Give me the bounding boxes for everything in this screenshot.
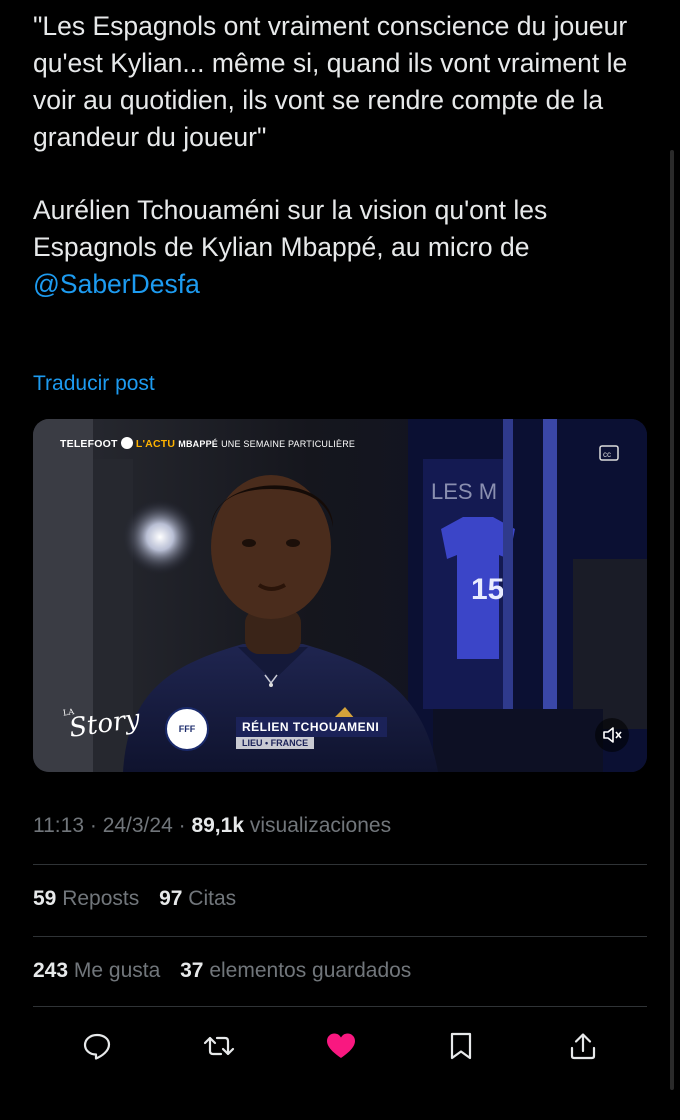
divider	[33, 1006, 647, 1007]
tweet-meta: 11:13 · 24/3/24 · 89,1k visualizaciones	[33, 814, 391, 838]
likes-count: 243	[33, 959, 69, 982]
tweet-body-text: Aurélien Tchouaméni sur la vision qu'ont…	[33, 195, 548, 262]
views-label: visualizaciones	[249, 814, 392, 837]
video-subtitle-bold: MBAPPÉ	[178, 439, 218, 449]
repost-button[interactable]	[197, 1024, 241, 1068]
action-bar	[33, 1024, 647, 1070]
video-subtitle: UNE SEMAINE PARTICULIÈRE	[221, 439, 356, 449]
locker-sign: LES M	[431, 479, 497, 504]
bookmarks-stat[interactable]: 37 elementos guardados	[180, 959, 411, 982]
tweet-body: Aurélien Tchouaméni sur la vision qu'ont…	[33, 192, 653, 303]
reply-button[interactable]	[75, 1024, 119, 1068]
tweet-date[interactable]: 24/3/24	[103, 814, 173, 837]
stats-row-likes: 243 Me gusta 37 elementos guardados	[33, 959, 411, 983]
tweet-time[interactable]: 11:13	[33, 814, 84, 837]
tweet-quote: "Les Espagnols ont vraiment conscience d…	[33, 11, 628, 152]
fff-badge-icon: FFF	[165, 707, 209, 751]
mention-link[interactable]: @SaberDesfa	[33, 269, 200, 299]
meta-separator: ·	[178, 814, 186, 837]
captions-icon[interactable]: cc	[599, 444, 621, 464]
lower-third-name: RÉLIEN TCHOUAMENI	[236, 717, 388, 737]
story-la: LA	[62, 707, 75, 718]
share-icon	[570, 1033, 596, 1060]
likes-stat[interactable]: 243 Me gusta	[33, 959, 160, 982]
fff-badge-text: FFF	[178, 724, 196, 734]
video-player[interactable]: LES M 15 TELEFOOT L'ACTU MBAPPÉ UNE SEMA…	[33, 419, 647, 772]
translate-post-link[interactable]: Traducir post	[33, 372, 155, 396]
heart-icon	[327, 1033, 355, 1058]
quotes-label: Citas	[188, 887, 237, 910]
jersey-number: 15	[471, 573, 504, 606]
likes-label: Me gusta	[73, 959, 161, 982]
scrollbar[interactable]	[670, 150, 674, 1090]
bookmarks-label: elementos guardados	[209, 959, 412, 982]
captions-glyph: cc	[599, 445, 619, 461]
reply-icon	[83, 1033, 111, 1060]
views-count: 89,1k	[191, 814, 245, 837]
mute-button[interactable]	[595, 718, 629, 752]
bookmark-icon	[450, 1032, 472, 1060]
tweet-text: "Les Espagnols ont vraiment conscience d…	[33, 8, 653, 303]
stats-row-reposts: 59 Reposts 97 Citas	[33, 887, 236, 911]
speaker-muted-icon	[603, 727, 622, 743]
lower-third-place: LIEU • FRANCE	[236, 737, 315, 749]
svg-text:cc: cc	[603, 450, 611, 459]
reposts-count: 59	[33, 887, 57, 910]
share-button[interactable]	[561, 1024, 605, 1068]
repost-icon	[203, 1036, 235, 1056]
brand-actu: L'ACTU	[135, 438, 176, 450]
meta-separator: ·	[89, 814, 97, 837]
video-header: TELEFOOT L'ACTU MBAPPÉ UNE SEMAINE PARTI…	[60, 437, 355, 450]
divider	[33, 864, 647, 865]
quotes-count: 97	[159, 887, 183, 910]
like-button[interactable]	[319, 1024, 363, 1068]
brand-telefoot: TELEFOOT	[60, 438, 118, 450]
reposts-stat[interactable]: 59 Reposts	[33, 887, 139, 910]
quotes-stat[interactable]: 97 Citas	[159, 887, 236, 910]
divider	[33, 936, 647, 937]
brand-logo-icon	[120, 437, 133, 449]
reposts-label: Reposts	[62, 887, 140, 910]
bookmark-button[interactable]	[439, 1024, 483, 1068]
bookmarks-count: 37	[180, 959, 204, 982]
